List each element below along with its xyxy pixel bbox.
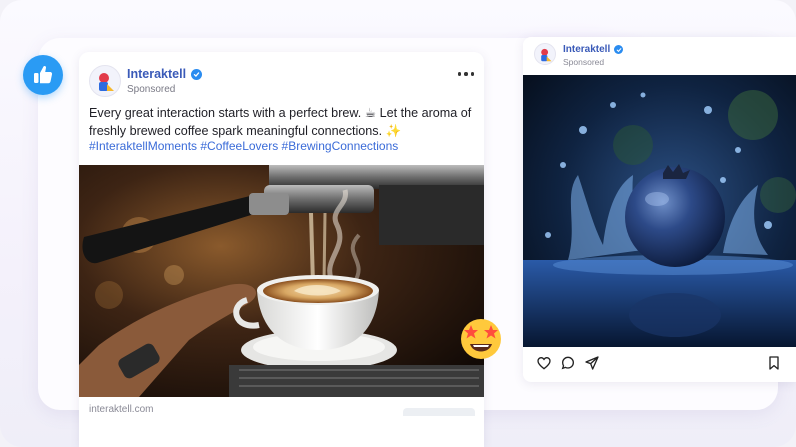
sponsored-label: Sponsored xyxy=(127,84,176,95)
thumbs-up-badge xyxy=(23,55,63,95)
verified-badge-icon xyxy=(191,68,203,80)
comment-icon[interactable] xyxy=(560,355,576,371)
cta-button[interactable] xyxy=(403,408,475,416)
brand-name-link[interactable]: Interaktell xyxy=(127,67,203,81)
coffee-photo[interactable] xyxy=(79,165,484,397)
instagram-ad-card[interactable]: Interaktell Sponsored xyxy=(523,37,796,382)
more-options-icon[interactable] xyxy=(457,72,474,76)
website-url[interactable]: interaktell.com xyxy=(89,404,153,415)
brand-logo-icon xyxy=(541,48,552,62)
thumbs-up-icon xyxy=(34,66,53,84)
blueberry-splash-photo[interactable] xyxy=(523,75,796,347)
brand-name[interactable]: Interaktell xyxy=(563,44,610,55)
heart-icon[interactable] xyxy=(536,355,552,371)
canvas-background: Interaktell Sponsored Every great intera… xyxy=(0,0,796,447)
facebook-ad-card[interactable]: Interaktell Sponsored Every great intera… xyxy=(79,52,484,447)
brand-avatar[interactable] xyxy=(89,65,121,97)
post-action-bar xyxy=(523,347,796,382)
sponsored-label: Sponsored xyxy=(563,57,605,67)
post-hashtags[interactable]: #InteraktellMoments #CoffeeLovers #Brewi… xyxy=(89,139,474,153)
brand-name[interactable]: Interaktell xyxy=(127,67,186,81)
brand-name-link[interactable]: Interaktell xyxy=(563,44,624,55)
share-icon[interactable] xyxy=(584,355,600,371)
star-struck-emoji-icon xyxy=(457,314,505,362)
post-caption: Every great interaction starts with a pe… xyxy=(89,106,472,138)
verified-badge-icon xyxy=(614,45,624,54)
brand-avatar[interactable] xyxy=(534,43,556,65)
bookmark-icon[interactable] xyxy=(766,355,782,371)
brand-logo-icon xyxy=(99,73,114,91)
